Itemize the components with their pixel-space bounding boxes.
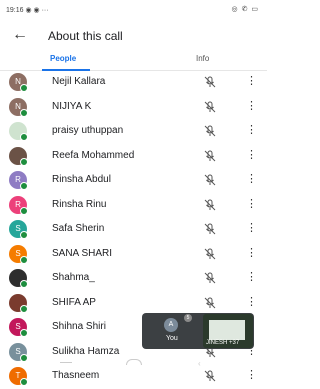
mic-off-icon[interactable]	[203, 173, 217, 187]
online-status-dot	[20, 304, 28, 313]
tab-people[interactable]: People	[50, 54, 76, 63]
back-nav-icon[interactable]: ‹	[198, 359, 201, 368]
avatar-initial: T	[15, 371, 21, 380]
participant-name: Safa Sherin	[52, 223, 105, 234]
avatar-initial: N	[15, 101, 21, 111]
participant-row[interactable]: N Nejil Kallara ⋮	[0, 70, 267, 95]
more-options-icon[interactable]: ⋮	[246, 148, 257, 162]
more-options-icon[interactable]: ⋮	[246, 123, 257, 137]
recents-nav-icon[interactable]	[60, 362, 72, 363]
avatar: S	[9, 220, 28, 239]
participant-row[interactable]: N NIJIYA K ⋮	[0, 95, 267, 120]
status-bar: 19:16 ◉ ◉ ··· ◎ ✆ ▭	[0, 0, 267, 20]
self-label: You	[166, 335, 178, 342]
tab-info[interactable]: Info	[196, 54, 209, 63]
participant-row[interactable]: Reefa Mohammed ⋮	[0, 144, 267, 169]
avatar: R	[9, 195, 28, 215]
participant-row[interactable]: R Rinsha Abdul ⋮	[0, 168, 267, 193]
mic-off-icon[interactable]	[203, 100, 217, 114]
participant-row[interactable]: S SANA SHARI ⋮	[0, 242, 267, 267]
more-options-icon[interactable]: ⋮	[246, 246, 257, 260]
floating-video-tile[interactable]: A 5 You JINESH +37	[142, 313, 254, 349]
avatar: N	[9, 97, 28, 117]
participant-name: Thasneem	[52, 370, 100, 381]
status-left: 19:16 ◉ ◉ ···	[6, 6, 49, 14]
status-icons: ◎ ✆ ▭	[231, 6, 259, 13]
participant-name: NIJIYA K	[52, 100, 92, 112]
tab-bar: People Info	[0, 48, 267, 71]
participant-row[interactable]: R Rinsha Rinu ⋮	[0, 193, 267, 218]
participant-name: praisy uthuppan	[52, 125, 124, 136]
avatar: T	[9, 367, 28, 386]
mic-off-icon[interactable]	[203, 369, 217, 383]
participant-name: Nejil Kallara	[52, 76, 106, 87]
avatar: N	[9, 73, 28, 92]
online-status-dot	[20, 206, 28, 215]
more-options-icon[interactable]: ⋮	[246, 270, 257, 284]
online-status-dot	[20, 182, 28, 190]
online-status-dot	[20, 84, 28, 92]
online-status-dot	[20, 133, 28, 141]
avatar-initial: S	[15, 248, 21, 258]
participant-name: SANA SHARI	[52, 247, 113, 259]
participant-row[interactable]: S Safa Sherin ⋮	[0, 217, 267, 242]
system-nav-bar: ‹	[0, 358, 267, 368]
more-options-icon[interactable]: ⋮	[246, 368, 257, 382]
online-status-dot	[20, 378, 28, 386]
thumbnail-image	[209, 320, 245, 340]
back-arrow-icon[interactable]: ←	[12, 26, 28, 44]
presenter-thumbnail[interactable]: JINESH +37	[203, 314, 253, 348]
home-nav-icon[interactable]	[126, 359, 142, 365]
notification-icons: ◉ ◉ ···	[25, 7, 49, 14]
mic-off-icon[interactable]	[203, 75, 217, 89]
more-options-icon[interactable]: ⋮	[246, 221, 257, 235]
participant-name: Shihna Shiri	[52, 321, 106, 332]
participant-name: Rinsha Abdul	[52, 174, 111, 185]
avatar-initial: R	[15, 199, 21, 209]
more-options-icon[interactable]: ⋮	[246, 295, 257, 309]
mic-off-icon[interactable]	[203, 296, 217, 310]
avatar: S	[9, 244, 28, 264]
participant-row[interactable]: praisy uthuppan ⋮	[0, 119, 267, 144]
mic-off-icon[interactable]	[203, 247, 217, 261]
participant-row[interactable]: Shahma_ ⋮	[0, 266, 267, 291]
more-options-icon[interactable]: ⋮	[246, 99, 257, 113]
participant-name: Sulikha Hamza	[52, 345, 120, 357]
online-status-dot	[20, 280, 28, 288]
self-avatar: A	[164, 318, 178, 332]
participant-name: Reefa Mohammed	[52, 149, 135, 161]
app-bar: ← About this call	[0, 22, 267, 50]
page-title: About this call	[48, 29, 123, 43]
online-status-dot	[20, 329, 28, 337]
avatar: S	[9, 318, 28, 337]
participant-row[interactable]: SHIFA AP ⋮	[0, 291, 267, 316]
online-status-dot	[20, 108, 28, 117]
mic-off-icon[interactable]	[203, 124, 217, 138]
avatar	[9, 293, 28, 313]
online-status-dot	[20, 255, 28, 264]
mic-off-icon[interactable]	[203, 149, 217, 163]
avatar	[9, 269, 28, 288]
avatar	[9, 146, 28, 166]
participant-count-badge: 5	[184, 314, 192, 322]
participant-name: SHIFA AP	[52, 296, 96, 308]
thumbnail-label: JINESH +37	[206, 340, 240, 346]
online-status-dot	[20, 231, 28, 239]
mic-off-icon[interactable]	[203, 271, 217, 285]
online-status-dot	[20, 157, 28, 166]
avatar: R	[9, 171, 28, 190]
participant-name: Rinsha Rinu	[52, 198, 107, 210]
more-options-icon[interactable]: ⋮	[246, 74, 257, 88]
avatar-initial: S	[15, 346, 21, 356]
more-options-icon[interactable]: ⋮	[246, 172, 257, 186]
mic-off-icon[interactable]	[203, 222, 217, 236]
avatar	[9, 122, 28, 141]
participant-name: Shahma_	[52, 272, 95, 283]
more-options-icon[interactable]: ⋮	[246, 197, 257, 211]
mic-off-icon[interactable]	[203, 198, 217, 212]
clock: 19:16	[6, 7, 24, 14]
